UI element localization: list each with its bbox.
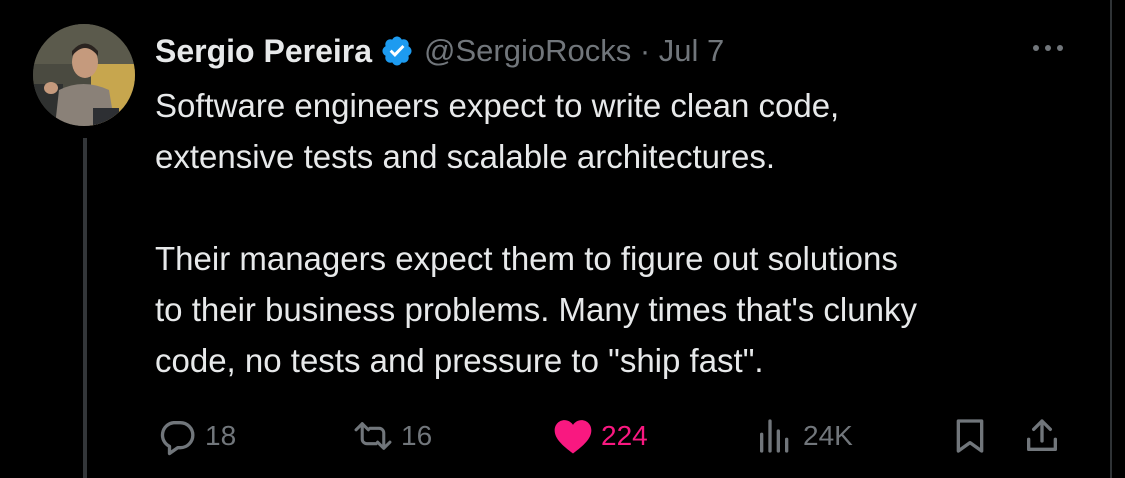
bookmark-button[interactable] — [950, 412, 990, 460]
tweet-header: Sergio Pereira @SergioRocks · Jul 7 — [155, 28, 724, 74]
repost-arrows-icon — [353, 416, 393, 456]
like-count: 224 — [601, 420, 648, 451]
author-name[interactable]: Sergio Pereira — [155, 33, 372, 70]
share-upload-icon — [1022, 416, 1062, 456]
tweet-text: Software engineers expect to write clean… — [155, 87, 917, 379]
views-count: 24K — [803, 420, 853, 451]
bar-chart-icon — [755, 416, 795, 456]
timeline-divider — [1110, 0, 1112, 478]
repost-button[interactable]: 16 — [353, 412, 432, 460]
more-dots-icon[interactable] — [1028, 32, 1068, 64]
bookmark-icon — [950, 416, 990, 456]
reply-button[interactable]: 18 — [157, 412, 236, 460]
reply-count: 18 — [205, 420, 237, 451]
speech-bubble-icon — [157, 416, 197, 456]
author-handle-and-date[interactable]: @SergioRocks · Jul 7 — [424, 33, 724, 69]
views-button[interactable]: 24K — [755, 412, 853, 460]
repost-count: 16 — [401, 420, 433, 451]
heart-icon — [553, 416, 593, 456]
like-button[interactable]: 224 — [553, 412, 648, 460]
avatar[interactable] — [33, 24, 135, 126]
share-button[interactable] — [1022, 412, 1062, 460]
thread-line — [83, 138, 87, 478]
verified-badge-icon — [380, 34, 414, 68]
